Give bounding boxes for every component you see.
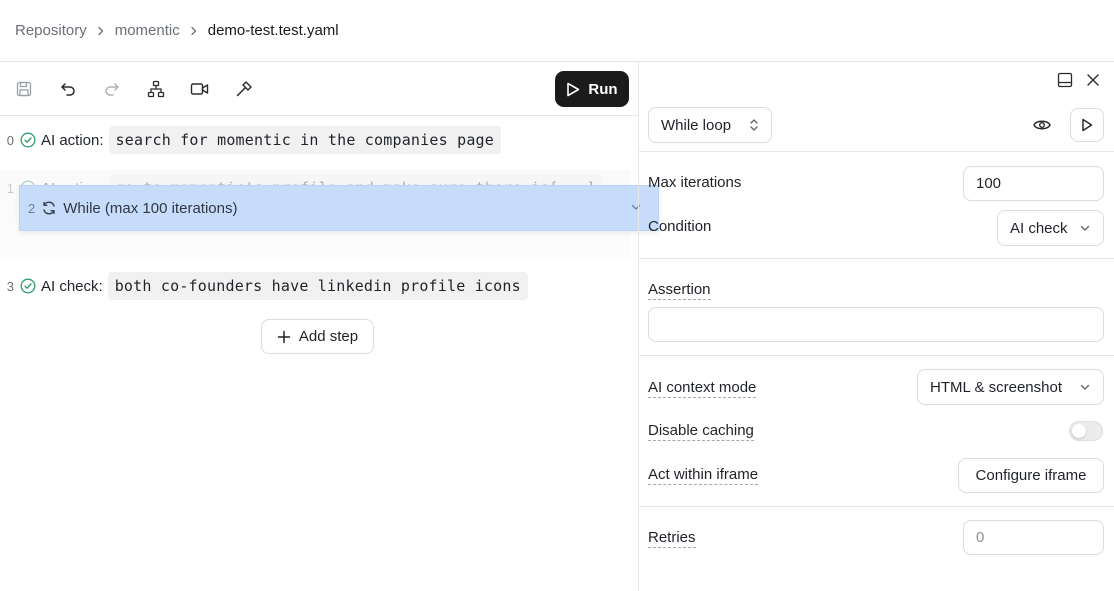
step-type-select[interactable]: While loop <box>648 107 772 143</box>
close-icon[interactable] <box>1084 71 1102 89</box>
step-instruction[interactable]: both co-founders have linkedin profile i… <box>107 272 528 300</box>
add-step-button[interactable]: Add step <box>261 319 374 354</box>
dragging-step[interactable]: 2 While (max 100 iterations) <box>19 185 659 231</box>
step-index: 0 <box>6 132 14 148</box>
chevron-right-icon <box>180 26 208 36</box>
hammer-icon[interactable] <box>233 78 255 100</box>
section-divider <box>639 151 1114 152</box>
hierarchy-icon[interactable] <box>145 78 167 100</box>
section-divider <box>639 258 1114 259</box>
toggle-knob <box>1072 424 1086 438</box>
eye-icon[interactable] <box>1033 116 1051 134</box>
step-index: 2 <box>28 200 36 216</box>
step-row[interactable]: 0 AI action: search for momentic in the … <box>0 125 502 155</box>
retries-input[interactable]: 0 <box>963 520 1104 555</box>
breadcrumb: Repository momentic demo-test.test.yaml <box>0 0 1114 62</box>
breadcrumb-folder[interactable]: momentic <box>115 22 180 39</box>
panel-layout-icon[interactable] <box>1056 71 1074 89</box>
redo-icon[interactable] <box>101 78 123 100</box>
run-step-button[interactable] <box>1070 108 1104 142</box>
condition-select[interactable]: AI check <box>997 210 1104 246</box>
step-row[interactable]: 3 AI check: both co-founders have linked… <box>0 271 528 301</box>
section-divider <box>639 506 1114 507</box>
dragging-step-label: While (max 100 iterations) <box>63 199 238 217</box>
check-circle-icon <box>20 132 36 148</box>
step-type-value: While loop <box>661 116 732 134</box>
configure-iframe-button[interactable]: Configure iframe <box>958 458 1104 493</box>
ai-context-mode-value: HTML & screenshot <box>930 378 1062 396</box>
retries-placeholder: 0 <box>976 529 985 546</box>
configure-iframe-label: Configure iframe <box>975 467 1087 484</box>
disable-caching-toggle[interactable] <box>1069 421 1103 441</box>
play-icon <box>1082 118 1093 132</box>
editor-toolbar: Run <box>0 62 638 116</box>
undo-icon[interactable] <box>57 78 79 100</box>
run-label: Run <box>588 80 618 98</box>
retries-label: Retries <box>648 529 696 548</box>
section-divider <box>639 355 1114 356</box>
max-iterations-input[interactable]: 100 <box>963 166 1104 201</box>
step-index: 1 <box>6 180 14 196</box>
save-icon[interactable] <box>13 78 35 100</box>
video-icon[interactable] <box>189 78 211 100</box>
ai-context-mode-label: AI context mode <box>648 379 757 398</box>
max-iterations-label: Max iterations <box>648 174 742 191</box>
plus-icon <box>277 330 291 343</box>
chevron-down-icon <box>1080 225 1090 231</box>
add-step-label: Add step <box>298 328 359 345</box>
breadcrumb-file[interactable]: demo-test.test.yaml <box>208 22 339 39</box>
step-index: 3 <box>6 278 14 294</box>
run-button[interactable]: Run <box>555 71 629 107</box>
act-within-iframe-label: Act within iframe <box>648 466 759 485</box>
assertion-label: Assertion <box>648 281 711 300</box>
step-instruction[interactable]: search for momentic in the companies pag… <box>108 126 502 154</box>
max-iterations-value: 100 <box>976 175 1002 192</box>
check-circle-icon <box>20 278 36 294</box>
chevron-down-icon <box>1080 384 1090 390</box>
condition-label: Condition <box>648 218 712 235</box>
disable-caching-label: Disable caching <box>648 422 754 441</box>
chevron-right-icon <box>87 26 115 36</box>
chevron-up-down-icon <box>750 119 758 131</box>
condition-value: AI check <box>1010 219 1068 237</box>
ai-context-mode-select[interactable]: HTML & screenshot <box>917 369 1104 405</box>
breadcrumb-repository[interactable]: Repository <box>15 22 87 39</box>
assertion-input[interactable] <box>648 307 1104 342</box>
play-icon <box>567 82 580 96</box>
panel-header <box>639 62 1114 98</box>
step-kind: AI check: <box>41 277 103 295</box>
loop-icon <box>41 200 57 216</box>
step-details-panel: While loop Max iterations 100 Condition … <box>639 62 1114 591</box>
step-kind: AI action: <box>41 131 104 149</box>
